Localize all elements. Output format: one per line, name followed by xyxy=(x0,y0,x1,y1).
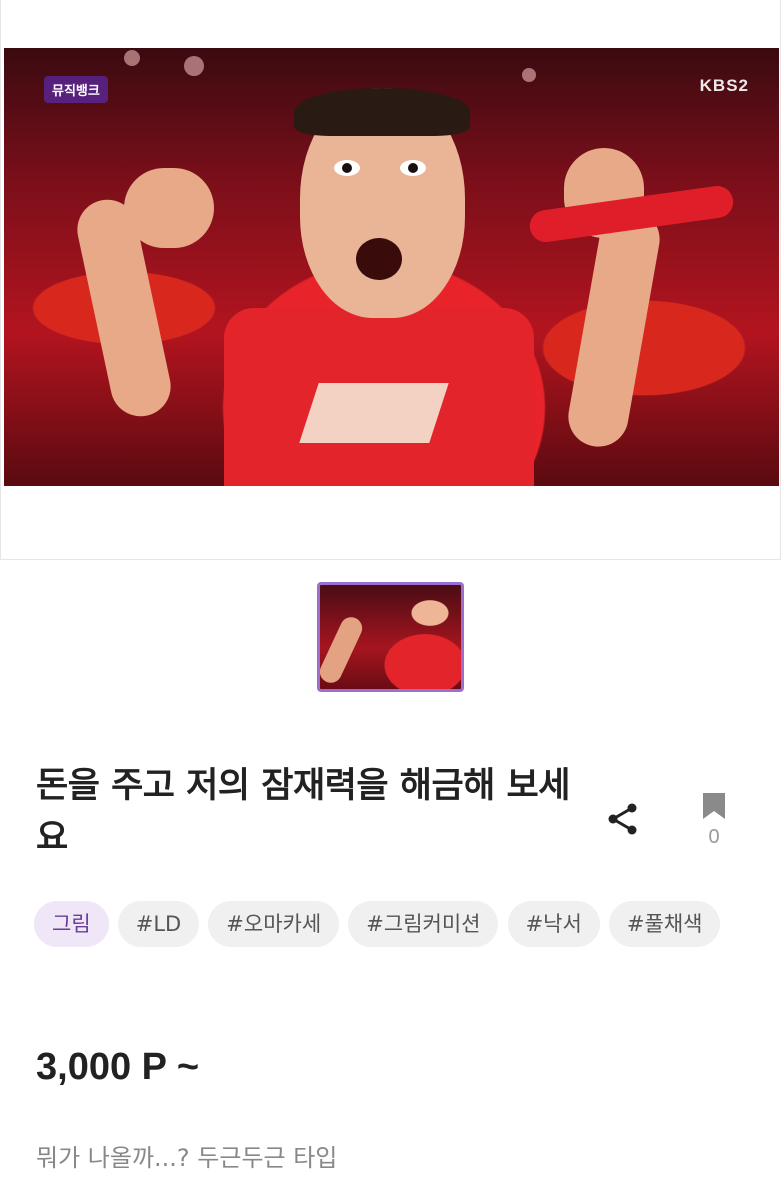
product-description: 뭐가 나올까...? 두근두근 타입 xyxy=(36,1144,338,1172)
right-arm xyxy=(563,204,665,452)
eye xyxy=(334,160,360,176)
bookmark-count: 0 xyxy=(708,826,720,848)
share-button[interactable] xyxy=(604,802,642,838)
tag-commission[interactable]: #그림커미션 xyxy=(348,901,499,947)
tag-ld[interactable]: #LD xyxy=(117,901,200,947)
share-icon xyxy=(608,803,637,835)
hero-image-frame: 뮤직뱅크 KBS2 xyxy=(0,0,781,560)
category-tag[interactable]: 그림 xyxy=(34,901,109,947)
stage-light xyxy=(124,50,140,66)
channel-logo: KBS2 xyxy=(699,76,749,95)
price: 3,000 P ~ xyxy=(36,1046,200,1088)
stage-light xyxy=(184,56,204,76)
bookmark-button[interactable]: 0 xyxy=(698,792,730,848)
shirt-cutout xyxy=(299,383,449,443)
thumbnail-arm xyxy=(320,613,366,687)
bookmark-icon xyxy=(703,793,725,819)
tag-list: 그림 #LD #오마카세 #그림커미션 #낙서 #풀채색 xyxy=(34,901,734,957)
product-title: 돈을 주고 저의 잠재력을 해금해 보세요 xyxy=(36,766,570,858)
tag-full-color[interactable]: #풀채색 xyxy=(608,901,721,947)
performer-hair xyxy=(294,88,470,136)
eye xyxy=(400,160,426,176)
broadcast-logo: 뮤직뱅크 xyxy=(44,76,108,103)
left-hand xyxy=(124,168,214,248)
stage-light xyxy=(522,68,536,82)
thumbnail-selected[interactable] xyxy=(317,582,464,692)
mouth xyxy=(356,238,402,280)
hero-image[interactable]: 뮤직뱅크 KBS2 xyxy=(4,48,779,486)
tag-omakase[interactable]: #오마카세 xyxy=(208,901,340,947)
tag-doodle[interactable]: #낙서 xyxy=(507,901,600,947)
